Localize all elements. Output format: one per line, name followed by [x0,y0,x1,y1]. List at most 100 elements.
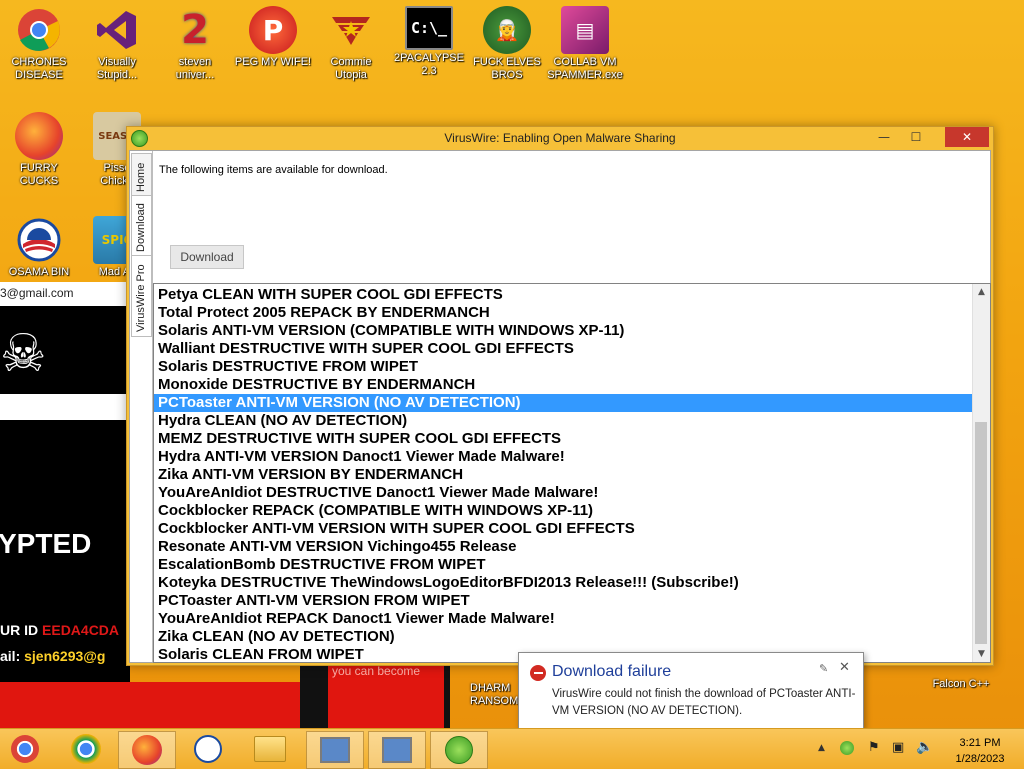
desktop-icon-peggle[interactable]: P PEG MY WIFE! [234,6,312,69]
notification-close-button[interactable]: ✕ [839,660,850,675]
desktop-icon-label: OSAMA BIN [8,266,70,278]
cmd-icon: C:\_ [405,6,453,50]
peggle-icon: P [249,6,297,54]
clock-time: 3:21 PM [959,737,1001,749]
taskbar-viruswire[interactable] [430,731,488,769]
tab-download[interactable]: Download [131,195,152,257]
desktop-icon-commie[interactable]: Commie Utopia [312,6,390,82]
taskbar-firefox[interactable] [118,731,176,769]
ransom-footer [0,682,300,728]
ransom-banner [0,394,130,420]
desktop-icon-label: FURRY CUCKS [19,162,59,187]
desktop-icon-elves[interactable]: 🧝 FUCK ELVES BROS [468,6,546,82]
clock-date: 1/28/2023 [955,753,1005,765]
tab-home[interactable]: Home [131,153,152,197]
download-list-item[interactable]: Hydra ANTI-VM VERSION Danoct1 Viewer Mad… [154,448,972,466]
download-list-item[interactable]: EscalationBomb DESTRUCTIVE FROM WIPET [154,556,972,574]
desktop-icon-collab[interactable]: ▤ COLLAB VM SPAMMER.exe [546,6,624,82]
desktop-icon-label: CHRONES DISEASE [11,56,67,81]
desktop-icon-obama[interactable]: OSAMA BIN [0,216,78,279]
vertical-tab-strip: Home Download VirusWire Pro [130,151,153,662]
download-list-item[interactable]: Koteyka DESTRUCTIVE TheWindowsLogoEditor… [154,574,972,592]
desktop-icon-firefox[interactable]: FURRY CUCKS [0,112,78,188]
notification-body: VirusWire could not finish the download … [552,688,856,717]
desktop-icon-label: COLLAB VM SPAMMER.exe [547,56,623,81]
scroll-down-icon[interactable]: ▼ [973,646,990,662]
desktop-icon-steven[interactable]: 2 steven univer... [156,6,234,82]
ransom-email-line: ail: sjen6293@g [0,648,106,664]
download-button[interactable]: Download [170,245,244,269]
download-list-item[interactable]: Cockblocker REPACK (COMPATIBLE WITH WIND… [154,502,972,520]
desktop-icon-chrones[interactable]: CHRONES DISEASE [0,6,78,82]
download-list-item[interactable]: Zika CLEAN (NO AV DETECTION) [154,628,972,646]
desktop-icon-visual-studio[interactable]: Visually Stupid... [78,6,156,82]
commie-utopia-icon [327,6,375,54]
download-list-item[interactable]: Zika ANTI-VM VERSION BY ENDERMANCH [154,466,972,484]
download-list-item[interactable]: Petya CLEAN WITH SUPER COOL GDI EFFECTS [154,286,972,304]
taskbar-computer-2[interactable] [368,731,426,769]
title-bar[interactable]: VirusWire: Enabling Open Malware Sharing… [127,127,993,150]
obama-icon [194,735,222,763]
chrome-icon [15,6,63,54]
tab-viruswire-pro[interactable]: VirusWire Pro [131,255,152,337]
download-list-item[interactable]: YouAreAnIdiot DESTRUCTIVE Danoct1 Viewer… [154,484,972,502]
desktop-icon-label: steven univer... [175,56,215,81]
taskbar-computer-1[interactable] [306,731,364,769]
download-list-item[interactable]: YouAreAnIdiot REPACK Danoct1 Viewer Made… [154,610,972,628]
viruswire-tray-icon[interactable] [840,741,854,755]
desktop-icon-label: FUCK ELVES BROS [473,56,541,81]
start-button[interactable] [0,731,50,767]
download-list-item[interactable]: Solaris DESTRUCTIVE FROM WIPET [154,358,972,376]
network-icon[interactable]: ▣ [892,740,904,755]
taskbar-obama[interactable] [180,731,236,767]
download-list-item[interactable]: Cockblocker ANTI-VM VERSION WITH SUPER C… [154,520,972,538]
collab-vm-icon: ▤ [561,6,609,54]
download-list-item[interactable]: Solaris ANTI-VM VERSION (COMPATIBLE WITH… [154,322,972,340]
download-list-item[interactable]: PCToaster ANTI-VM VERSION (NO AV DETECTI… [154,394,972,412]
ransom-id-line: UR ID EEDA4CDA [0,622,119,638]
desktop-icon-label: 2PACALYPSE 2.3 [394,52,464,77]
computer-icon [382,737,412,763]
download-list-item[interactable]: Resonate ANTI-VM VERSION Vichingo455 Rel… [154,538,972,556]
viruswire-window: VirusWire: Enabling Open Malware Sharing… [126,126,994,666]
background-email: 3@gmail.com [0,286,74,300]
ransom-id-value: EEDA4CDA [42,622,120,638]
intro-text: The following items are available for do… [159,164,388,176]
maximize-button[interactable]: ☐ [901,127,931,147]
download-list-item[interactable]: Monoxide DESTRUCTIVE BY ENDERMANCH [154,376,972,394]
list-scrollbar[interactable]: ▲ ▼ [972,284,990,662]
close-button[interactable]: ✕ [945,127,989,147]
ransom-email-value: sjen6293@g [24,648,106,664]
scroll-up-icon[interactable]: ▲ [973,284,990,300]
flag-icon[interactable]: ⚑ [868,740,880,755]
ransom-email-label: ail: [0,648,21,664]
taskbar-explorer[interactable] [242,731,298,767]
download-list[interactable]: Petya CLEAN WITH SUPER COOL GDI EFFECTS T… [153,283,991,663]
ransom-big-text: YPTED [0,528,92,559]
download-list-item[interactable]: PCToaster ANTI-VM VERSION FROM WIPET [154,592,972,610]
scroll-thumb[interactable] [975,422,987,644]
ransom-body: YPTED UR ID EEDA4CDA ail: sjen6293@g [0,420,130,682]
download-list-item[interactable]: Walliant DESTRUCTIVE WITH SUPER COOL GDI… [154,340,972,358]
pin-icon[interactable]: ✎ [819,662,828,675]
download-list-items: Petya CLEAN WITH SUPER COOL GDI EFFECTS T… [154,286,972,662]
desktop-icon-label: PEG MY WIFE! [234,56,312,68]
background-window: 3@gmail.com [0,282,130,306]
ransom-red-box: you can become [328,662,444,728]
download-list-item[interactable]: Total Protect 2005 REPACK BY ENDERMANCH [154,304,972,322]
firefox-icon [15,112,63,160]
window-title: VirusWire: Enabling Open Malware Sharing [444,131,676,145]
taskbar-chrome[interactable] [58,731,114,767]
download-list-item[interactable]: Hydra CLEAN (NO AV DETECTION) [154,412,972,430]
desktop-icon-dharma[interactable]: DHARM RANSOM [470,682,518,708]
visual-studio-icon [93,6,141,54]
desktop-icon-2pacalypse[interactable]: C:\_ 2PACALYPSE 2.3 [390,6,468,78]
minimize-button[interactable]: — [869,127,899,147]
taskbar-clock[interactable]: 3:21 PM 1/28/2023 [940,735,1020,767]
volume-icon[interactable]: 🔈 [916,739,933,755]
show-hidden-icons[interactable]: ▲ [818,743,825,753]
notification-title: Download failure [552,663,672,680]
download-list-item[interactable]: MEMZ DESTRUCTIVE WITH SUPER COOL GDI EFF… [154,430,972,448]
download-failure-notification[interactable]: Download failure ✎ ✕ VirusWire could not… [518,652,864,730]
chrome-icon [71,734,101,764]
